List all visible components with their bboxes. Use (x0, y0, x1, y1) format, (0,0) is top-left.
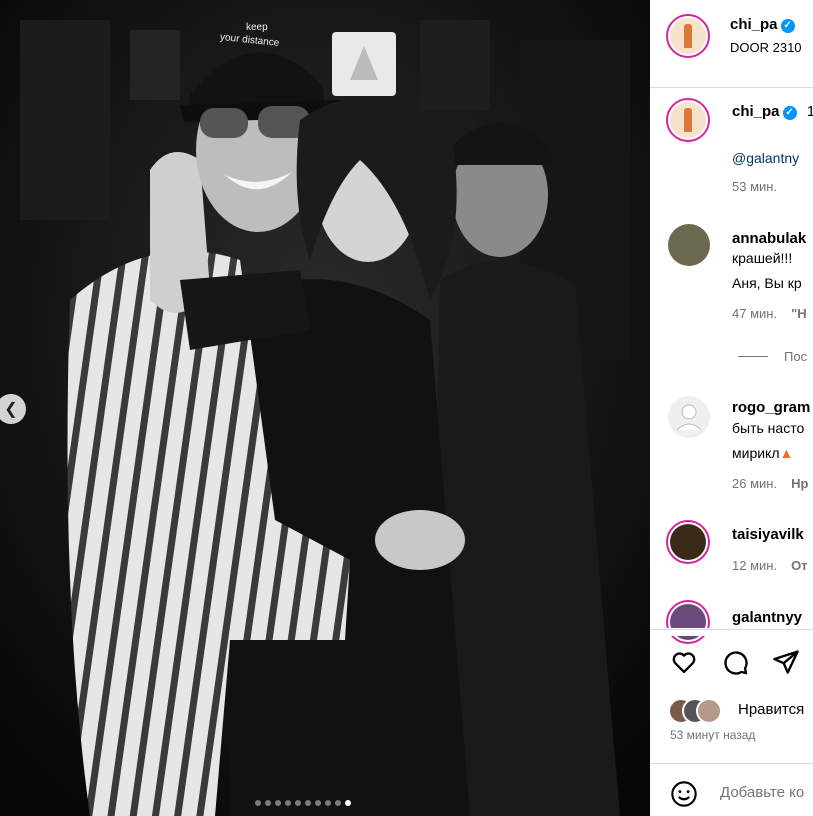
liker-avatar (696, 698, 722, 724)
comment-text-line: крашей!!! (732, 250, 793, 266)
comment-time: 12 мин. От (732, 558, 808, 573)
caption-text: 1 (806, 103, 813, 120)
commenter-avatar[interactable] (668, 396, 710, 438)
carousel-dot (335, 800, 341, 806)
comment-input[interactable] (718, 783, 813, 802)
comment-username[interactable]: rogo_gram (732, 399, 810, 416)
comment-time: 47 мин. "Н (732, 306, 807, 321)
comment-text-line: мирикл▲ (732, 445, 794, 461)
hat-text-1: keep (246, 22, 268, 33)
view-replies[interactable]: Пос (738, 349, 807, 364)
verified-badge-icon: ✓ (780, 19, 795, 33)
fire-emoji-icon: ▲ (779, 445, 794, 461)
carousel-dot (325, 800, 331, 806)
default-avatar-icon (676, 404, 702, 431)
comment-icon[interactable] (721, 648, 749, 676)
likes-text[interactable]: Нравится (738, 701, 804, 718)
share-icon[interactable] (772, 648, 800, 676)
caption-time: 53 мин. (732, 179, 778, 194)
caption-avatar[interactable] (666, 98, 710, 142)
carousel-dot (265, 800, 271, 806)
carousel-dot (345, 800, 351, 806)
carousel-indicator (255, 800, 351, 806)
post-photo[interactable]: keep your distance ❮ (0, 0, 650, 816)
comment-text-line: Аня, Вы кр (732, 275, 802, 291)
posted-time[interactable]: 53 минут назад (670, 728, 755, 742)
carousel-dot (305, 800, 311, 806)
commenter-avatar[interactable] (666, 520, 710, 564)
comment-username[interactable]: annabulak (732, 230, 806, 247)
carousel-dot (275, 800, 281, 806)
post-sidebar: chi_pa ✓ DOOR 2310 chi_pa ✓ 1 @galantny 53… (650, 0, 813, 816)
heart-icon[interactable] (670, 648, 698, 676)
caption-username[interactable]: chi_pa ✓ 1 (732, 103, 813, 120)
input-divider (650, 763, 813, 764)
photo-illustration: keep your distance (0, 0, 650, 816)
commenter-avatar[interactable] (666, 600, 710, 644)
carousel-dot (255, 800, 261, 806)
carousel-dot (285, 800, 291, 806)
comment-time: 26 мин. Нр (732, 476, 809, 491)
caption-mention[interactable]: @galantny (732, 150, 799, 166)
emoji-icon[interactable] (670, 780, 698, 808)
author-avatar[interactable] (666, 14, 710, 58)
commenter-avatar[interactable] (668, 224, 710, 266)
likers-avatars[interactable] (668, 698, 728, 724)
verified-badge-icon: ✓ (782, 106, 797, 120)
comment-username[interactable]: galantnyy (732, 609, 802, 626)
actions-divider (650, 629, 813, 630)
comment-action[interactable]: От (791, 558, 807, 573)
comment-action[interactable]: "Н (791, 306, 807, 321)
header-divider (650, 87, 813, 88)
replies-line (738, 356, 768, 357)
author-username[interactable]: chi_pa ✓ (730, 16, 795, 33)
location-subtitle[interactable]: DOOR 2310 (730, 40, 802, 55)
carousel-dot (315, 800, 321, 806)
comment-text-line: быть насто (732, 420, 805, 436)
comment-action[interactable]: Нр (791, 476, 808, 491)
chevron-left-icon: ❮ (4, 401, 18, 418)
carousel-dot (295, 800, 301, 806)
comment-username[interactable]: taisiyavilk (732, 526, 804, 543)
